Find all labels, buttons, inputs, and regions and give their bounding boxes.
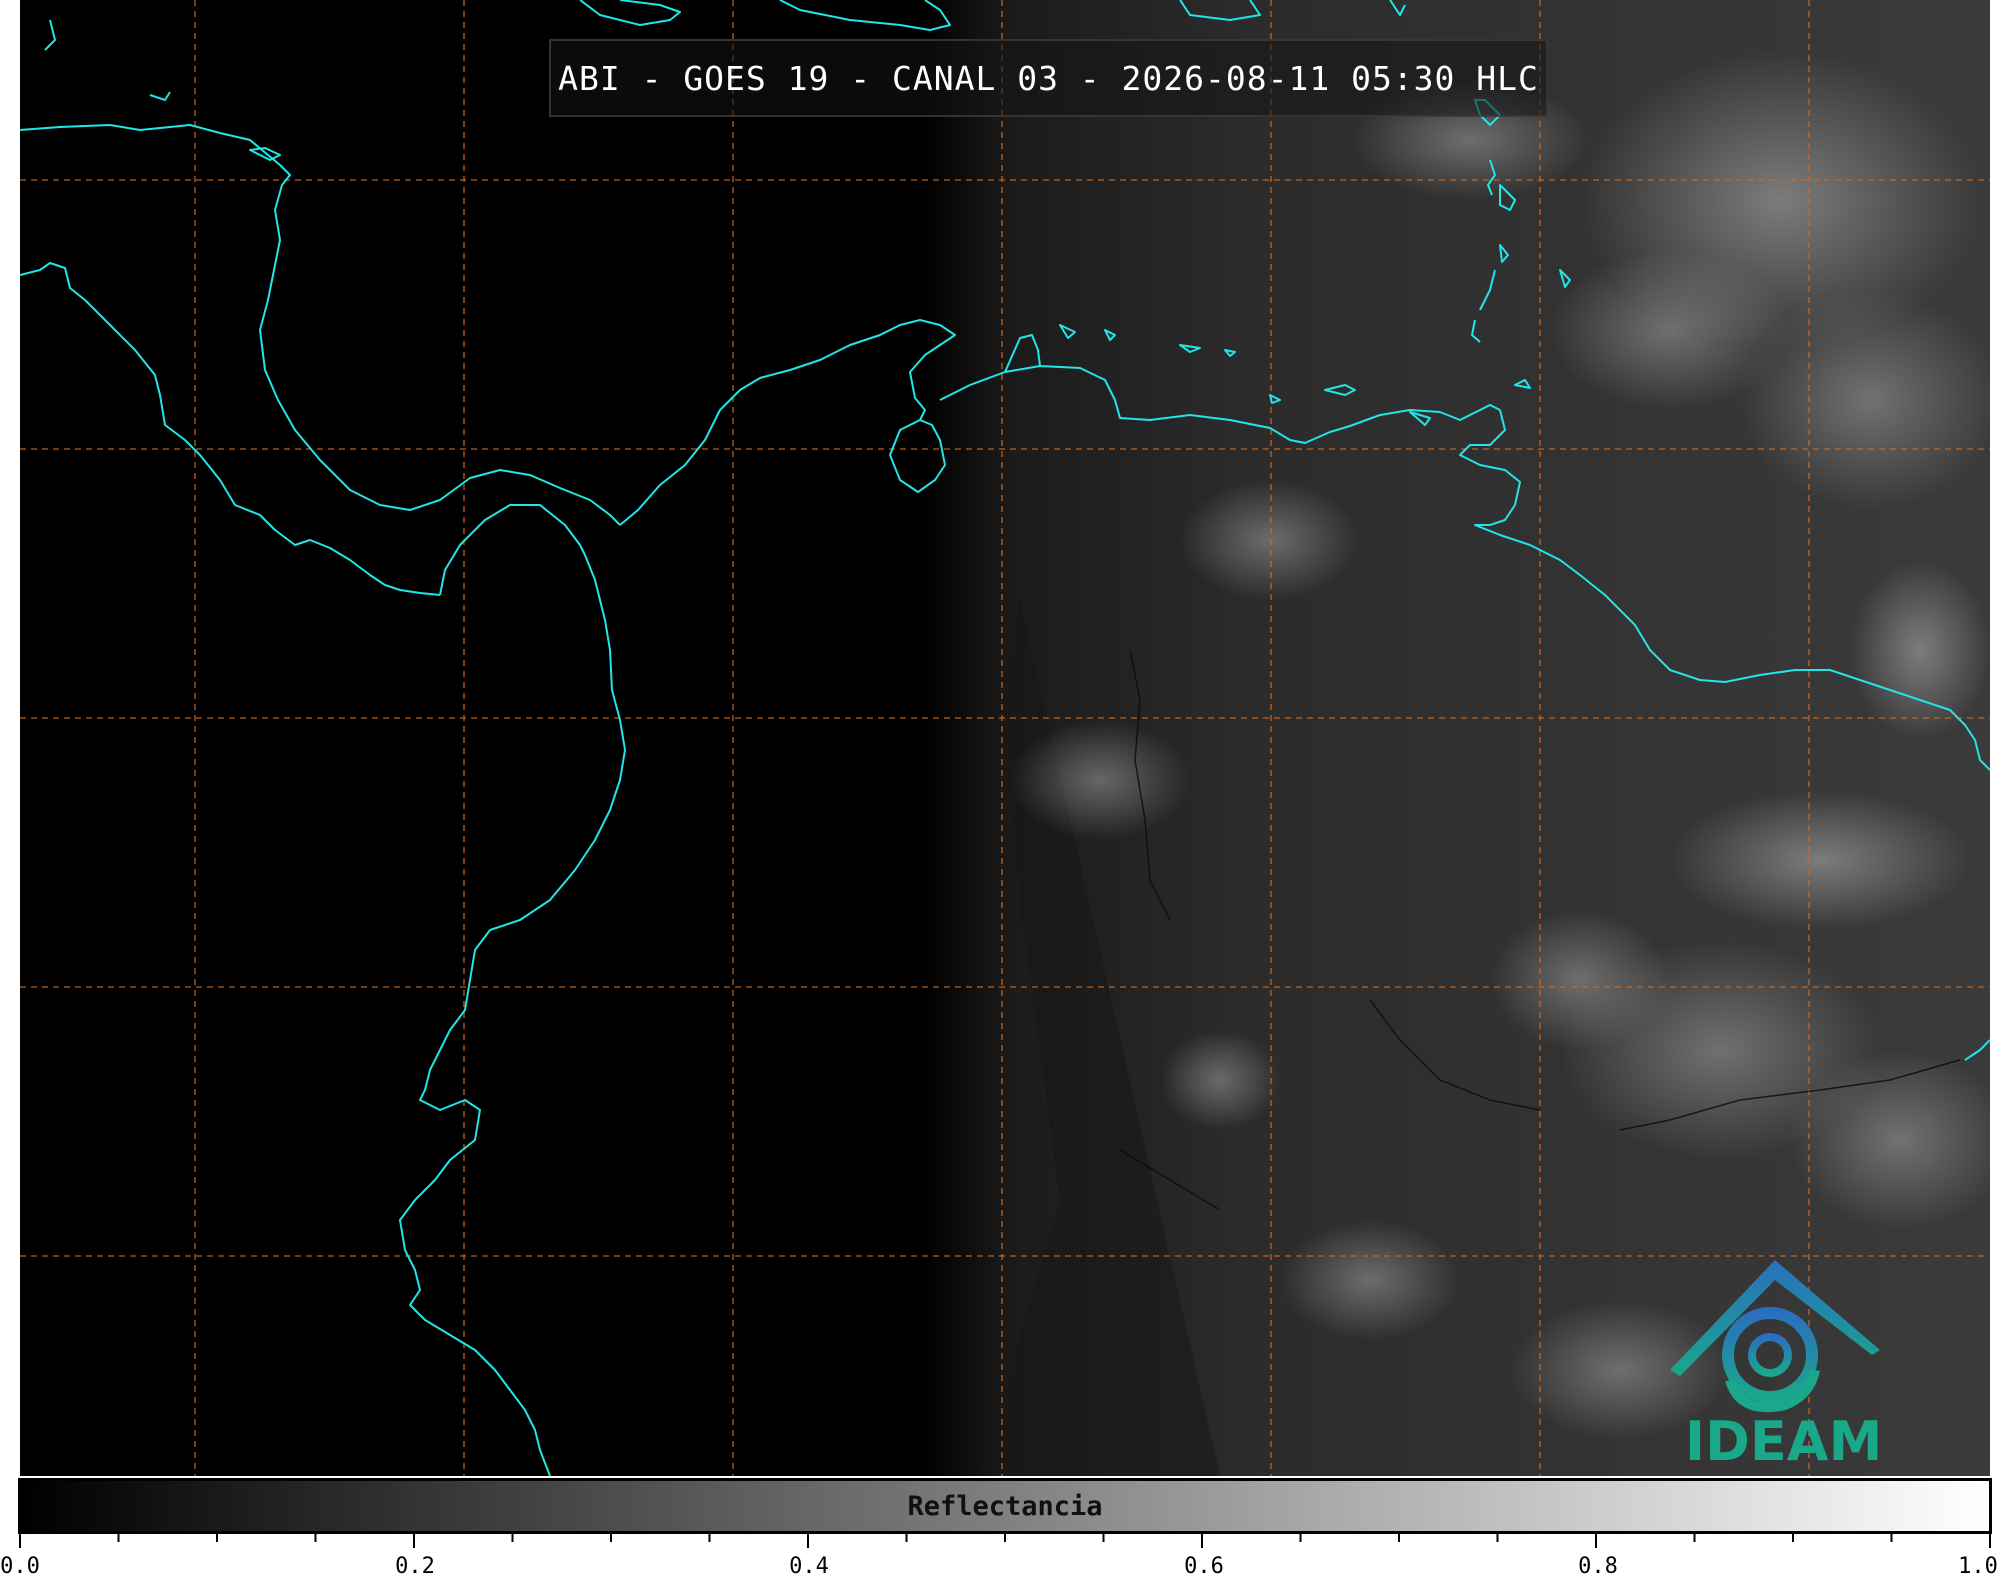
logo-text: IDEAM	[1685, 1410, 1883, 1473]
tick-label-0: 0.0	[0, 1554, 40, 1579]
colorbar-ticks	[19, 1534, 1991, 1548]
tick-label-5: 1.0	[1958, 1554, 1998, 1579]
tick-label-1: 0.2	[395, 1554, 435, 1579]
tick-label-2: 0.4	[789, 1554, 829, 1579]
tick-label-3: 0.6	[1184, 1554, 1224, 1579]
title-box: ABI - GOES 19 - CANAL 03 - 2026-08-11 05…	[549, 39, 1548, 117]
colorbar-label: Reflectancia	[907, 1490, 1103, 1522]
map-title: ABI - GOES 19 - CANAL 03 - 2026-08-11 05…	[558, 58, 1539, 98]
satellite-map[interactable]: ABI - GOES 19 - CANAL 03 - 2026-08-11 05…	[20, 0, 1990, 1476]
colorbar: Reflectancia	[18, 1478, 1992, 1534]
tick-label-4: 0.8	[1578, 1554, 1618, 1579]
